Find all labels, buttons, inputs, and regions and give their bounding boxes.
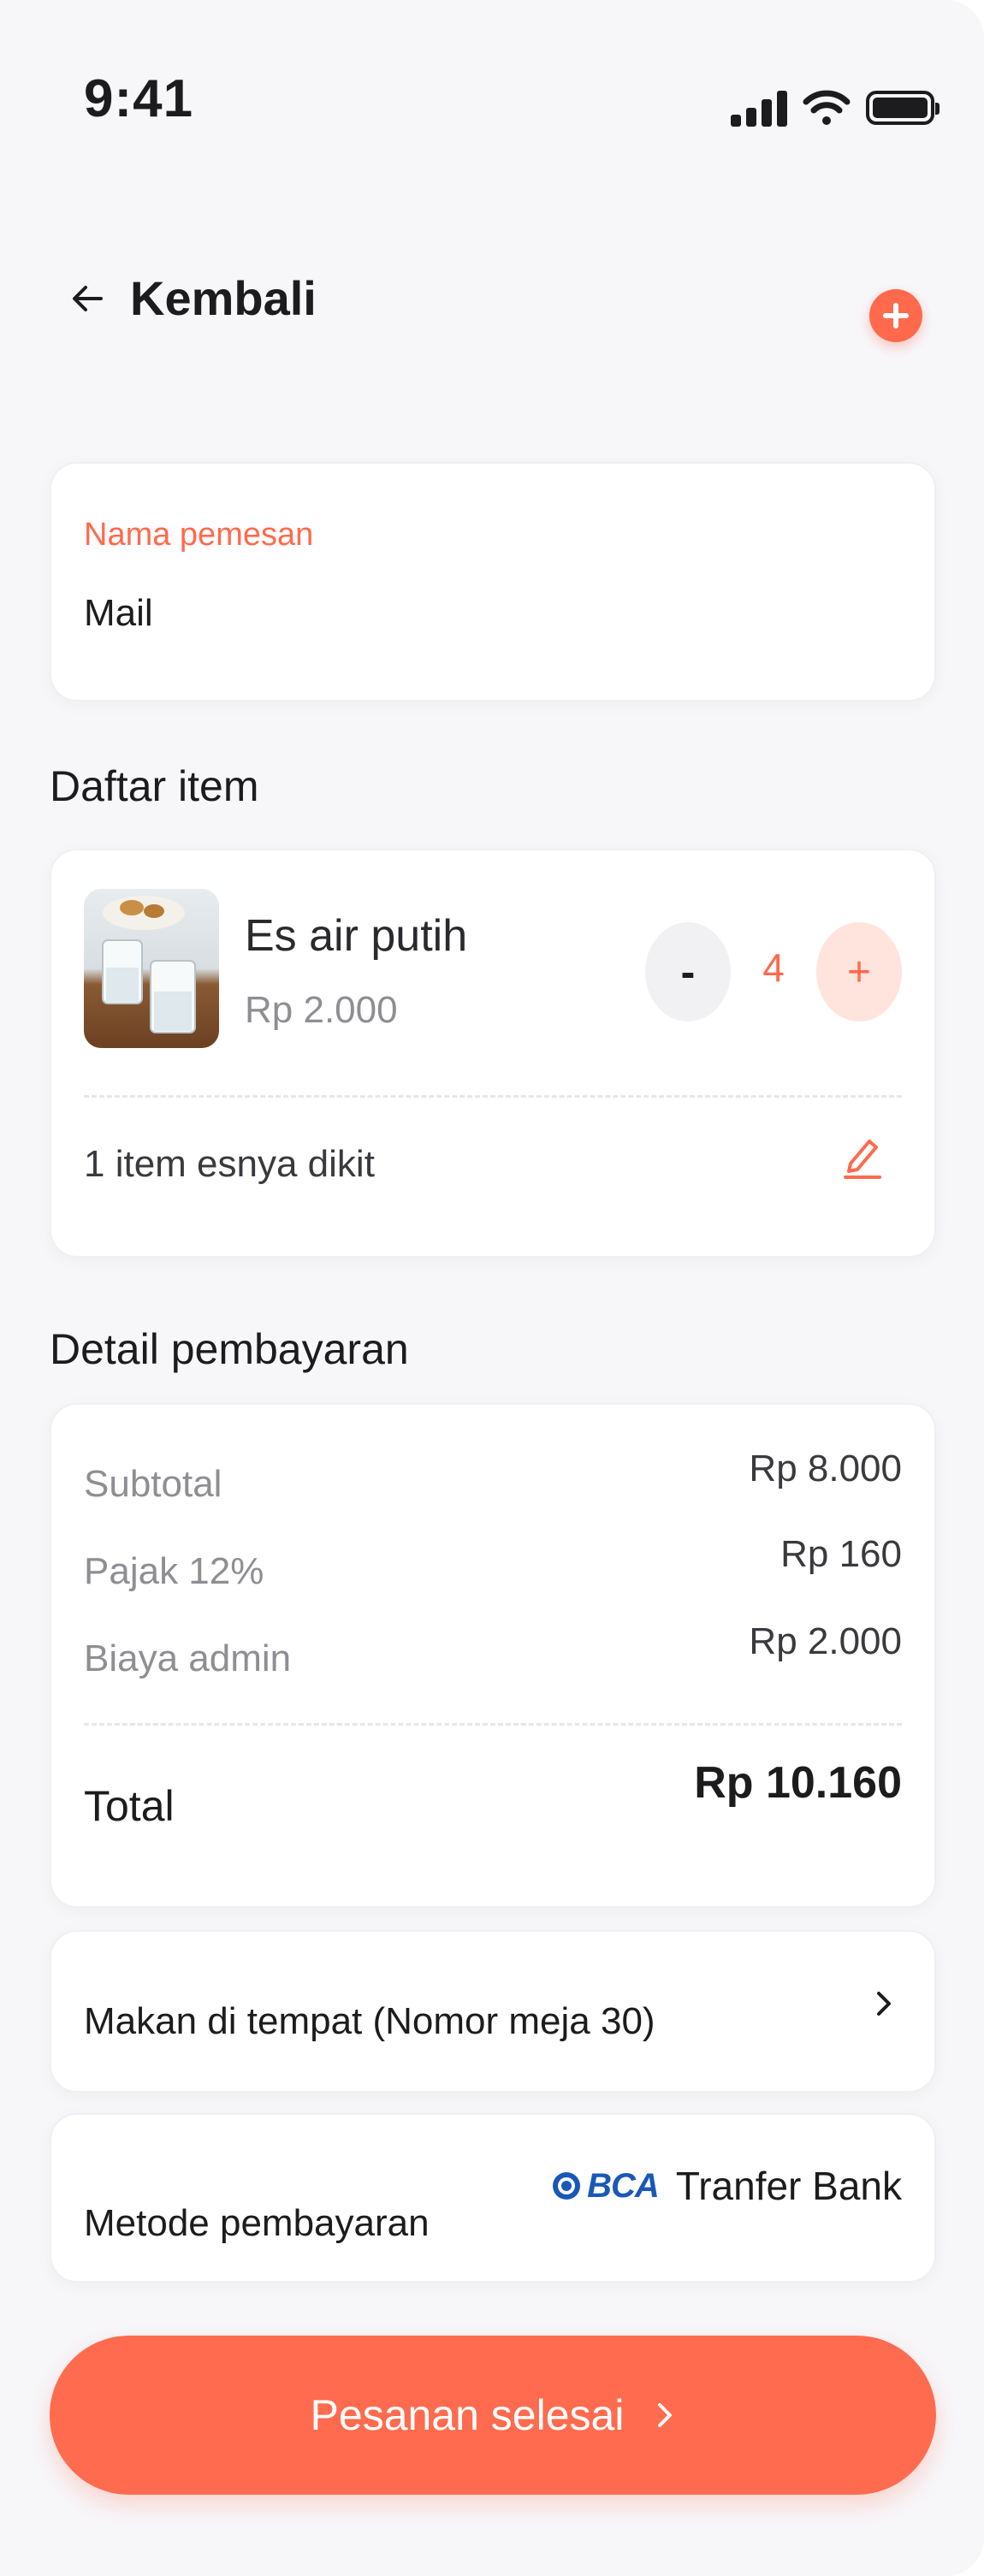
payment-section-title: Detail pembayaran [50, 1325, 409, 1373]
increase-quantity-button[interactable]: + [816, 922, 902, 1022]
complete-order-button[interactable]: Pesanan selesai [50, 2336, 936, 2495]
add-button[interactable] [869, 289, 922, 342]
customer-name-label: Nama pemesan [84, 517, 314, 553]
status-time: 9:41 [84, 69, 194, 128]
total-value: Rp 10.160 [694, 1758, 902, 1808]
back-arrow-icon [73, 285, 103, 311]
decrease-quantity-button[interactable]: - [645, 922, 731, 1022]
subtotal-value: Rp 8.000 [749, 1448, 902, 1489]
phone-screen: 9:41 Kembali Nama pemesan Mail Daftar it… [0, 0, 984, 2576]
dine-option-row[interactable]: Makan di tempat (Nomor meja 30) [50, 1930, 936, 2093]
plus-circle-icon [883, 303, 909, 329]
chevron-right-icon [658, 2403, 673, 2427]
tax-label: Pajak 12% [84, 1550, 264, 1592]
payment-method-selection: BCA Tranfer Bank [551, 2163, 902, 2209]
items-section-title: Daftar item [50, 762, 259, 810]
customer-name-value[interactable]: Mail [84, 592, 153, 635]
payment-method-value: Tranfer Bank [675, 2164, 902, 2208]
tax-value: Rp 160 [780, 1533, 902, 1575]
back-button[interactable]: Kembali [70, 270, 317, 326]
bank-logo-text: BCA [587, 2166, 660, 2205]
item-quantity: 4 [762, 945, 785, 990]
item-card: Es air putih Rp 2.000 - 4 + 1 item esnya… [50, 849, 936, 1258]
divider [84, 1723, 902, 1726]
total-label: Total [84, 1782, 175, 1830]
chevron-right-icon [877, 1992, 891, 2016]
admin-fee-value: Rp 2.000 [749, 1620, 902, 1662]
battery-icon [866, 91, 940, 125]
status-icons [731, 89, 940, 127]
dine-option-label: Makan di tempat (Nomor meja 30) [84, 2000, 655, 2042]
item-note: 1 item esnya dikit [84, 1143, 375, 1185]
payment-detail-card: Subtotal Rp 8.000 Pajak 12% Rp 160 Biaya… [50, 1403, 936, 1908]
item-price: Rp 2.000 [245, 989, 398, 1031]
back-label: Kembali [130, 271, 317, 325]
customer-name-card[interactable]: Nama pemesan Mail [50, 462, 936, 702]
payment-method-row[interactable]: Metode pembayaran BCA Tranfer Bank [50, 2113, 936, 2283]
edit-icon[interactable] [842, 1134, 883, 1179]
item-image [84, 889, 219, 1048]
payment-method-label: Metode pembayaran [84, 2202, 430, 2244]
bca-logo-icon: BCA [551, 2166, 660, 2206]
wifi-icon [803, 90, 851, 125]
complete-order-label: Pesanan selesai [310, 2391, 625, 2439]
signal-icon [731, 89, 787, 127]
item-name: Es air putih [245, 911, 468, 961]
divider [84, 1095, 902, 1098]
admin-fee-label: Biaya admin [84, 1637, 292, 1679]
subtotal-label: Subtotal [84, 1463, 222, 1505]
